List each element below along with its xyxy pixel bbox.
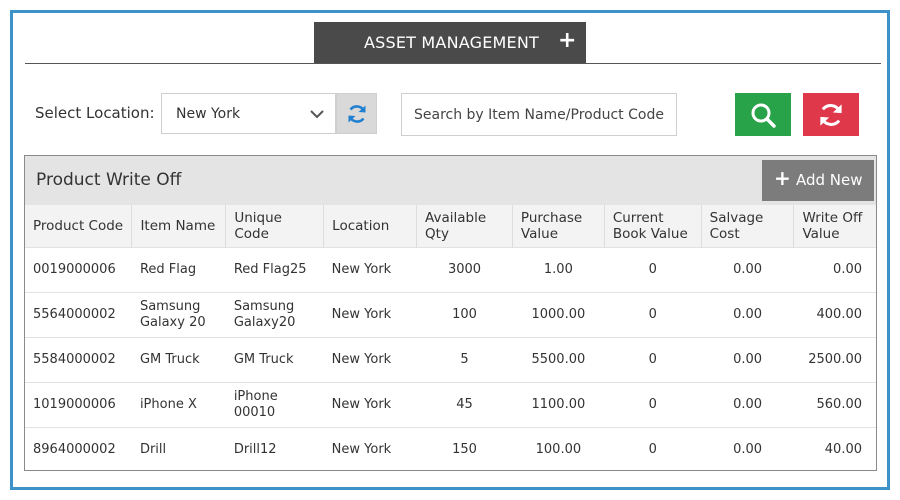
location-cell: New York xyxy=(323,292,417,338)
add-new-button[interactable]: + Add New xyxy=(762,160,874,201)
panel-header: Product Write Off + Add New xyxy=(25,156,876,205)
reset-icon xyxy=(820,103,842,126)
purchase-value-cell: 100.00 xyxy=(512,427,605,470)
app-frame: ASSET MANAGEMENT + Select Location: New … xyxy=(10,10,890,490)
write-off-value-cell: 40.00 xyxy=(793,427,876,470)
column-header[interactable]: Salvage Cost xyxy=(701,205,795,248)
table-header-row: Product Code Item Name Unique Code Locat… xyxy=(25,205,876,248)
item-name-cell: Samsung Galaxy 20 xyxy=(131,292,226,338)
refresh-icon xyxy=(348,104,365,123)
product-code-cell: 5584000002 xyxy=(25,337,132,383)
product-code-cell: 5564000002 xyxy=(25,292,132,338)
write-off-value-cell: 0.00 xyxy=(793,247,876,293)
column-header[interactable]: Product Code xyxy=(25,205,133,248)
product-code-cell: 0019000006 xyxy=(25,247,132,293)
column-header[interactable]: Write Off Value xyxy=(793,205,876,248)
search-input[interactable] xyxy=(401,93,677,136)
unique-code-cell: iPhone 00010 xyxy=(225,382,324,428)
location-refresh-button[interactable] xyxy=(336,93,377,134)
product-code-cell: 8964000002 xyxy=(25,427,132,470)
product-code-cell: 1019000006 xyxy=(25,382,132,428)
product-write-off-panel: Product Write Off + Add New Product Code… xyxy=(24,155,877,471)
header-divider xyxy=(25,63,881,64)
available-qty-cell: 5 xyxy=(416,337,513,383)
purchase-value-cell: 1100.00 xyxy=(512,382,605,428)
item-name-cell: Drill xyxy=(131,427,226,470)
unique-code-cell: GM Truck xyxy=(225,337,324,383)
chevron-down-icon xyxy=(310,110,324,119)
available-qty-cell: 3000 xyxy=(416,247,513,293)
unique-code-cell: Samsung Galaxy20 xyxy=(225,292,324,338)
salvage-cost-cell: 0.00 xyxy=(701,382,794,428)
unique-code-cell: Red Flag25 xyxy=(225,247,324,293)
table-row[interactable]: 5584000002 GM Truck GM Truck New York 5 5500.… xyxy=(25,337,876,383)
plus-icon: + xyxy=(774,166,791,190)
item-name-cell: GM Truck xyxy=(131,337,226,383)
current-book-value-cell: 0 xyxy=(604,292,702,338)
location-selected-value: New York xyxy=(176,106,241,122)
table-row[interactable]: 1019000006 iPhone XiPhone 00010 New York 45… xyxy=(25,382,876,428)
column-header[interactable]: Unique Code xyxy=(225,205,325,248)
purchase-value-cell: 1.00 xyxy=(512,247,605,293)
location-cell: New York xyxy=(323,427,417,470)
unique-code-cell: Drill12 xyxy=(225,427,324,470)
plus-icon[interactable]: + xyxy=(558,28,576,53)
table-row[interactable]: 0019000006 Red Flag Red Flag25 New York 3000… xyxy=(25,247,876,293)
current-book-value-cell: 0 xyxy=(604,382,702,428)
write-off-value-cell: 2500.00 xyxy=(793,337,876,383)
item-name-cell: Red Flag xyxy=(131,247,226,293)
table-row[interactable]: 8964000002 Drill Drill12 New York 150 100.00 0… xyxy=(25,427,876,470)
current-book-value-cell: 0 xyxy=(604,337,702,383)
current-book-value-cell: 0 xyxy=(604,247,702,293)
table-row[interactable]: 5564000002 Samsung Galaxy 20 Samsung Galax… xyxy=(25,292,876,338)
current-book-value-cell: 0 xyxy=(604,427,702,470)
location-cell: New York xyxy=(323,247,417,293)
search-button[interactable] xyxy=(735,93,791,136)
location-select[interactable]: New York xyxy=(161,93,336,134)
column-header[interactable]: Available Qty xyxy=(416,205,513,248)
write-off-value-cell: 400.00 xyxy=(793,292,876,338)
available-qty-cell: 150 xyxy=(416,427,513,470)
available-qty-cell: 100 xyxy=(416,292,513,338)
salvage-cost-cell: 0.00 xyxy=(701,427,794,470)
location-label: Select Location: xyxy=(35,104,155,122)
panel-title: Product Write Off xyxy=(36,170,182,190)
item-name-cell: iPhone X xyxy=(131,382,226,428)
write-off-table: Product Code Item Name Unique Code Locat… xyxy=(25,205,876,470)
available-qty-cell: 45 xyxy=(416,382,513,428)
column-header[interactable]: Current Book Value xyxy=(604,205,702,248)
purchase-value-cell: 5500.00 xyxy=(512,337,605,383)
column-header[interactable]: Location xyxy=(323,205,418,248)
write-off-value-cell: 560.00 xyxy=(793,382,876,428)
tab-asset-management[interactable]: ASSET MANAGEMENT + xyxy=(314,22,586,63)
column-header[interactable]: Purchase Value xyxy=(512,205,605,248)
column-header[interactable]: Item Name xyxy=(131,205,227,248)
add-new-label: Add New xyxy=(796,171,863,189)
search-icon xyxy=(751,103,776,128)
salvage-cost-cell: 0.00 xyxy=(701,247,794,293)
purchase-value-cell: 1000.00 xyxy=(512,292,605,338)
salvage-cost-cell: 0.00 xyxy=(701,292,794,338)
reset-button[interactable] xyxy=(803,93,859,136)
location-cell: New York xyxy=(323,382,417,428)
salvage-cost-cell: 0.00 xyxy=(701,337,794,383)
tab-label: ASSET MANAGEMENT xyxy=(364,33,539,52)
location-cell: New York xyxy=(323,337,417,383)
